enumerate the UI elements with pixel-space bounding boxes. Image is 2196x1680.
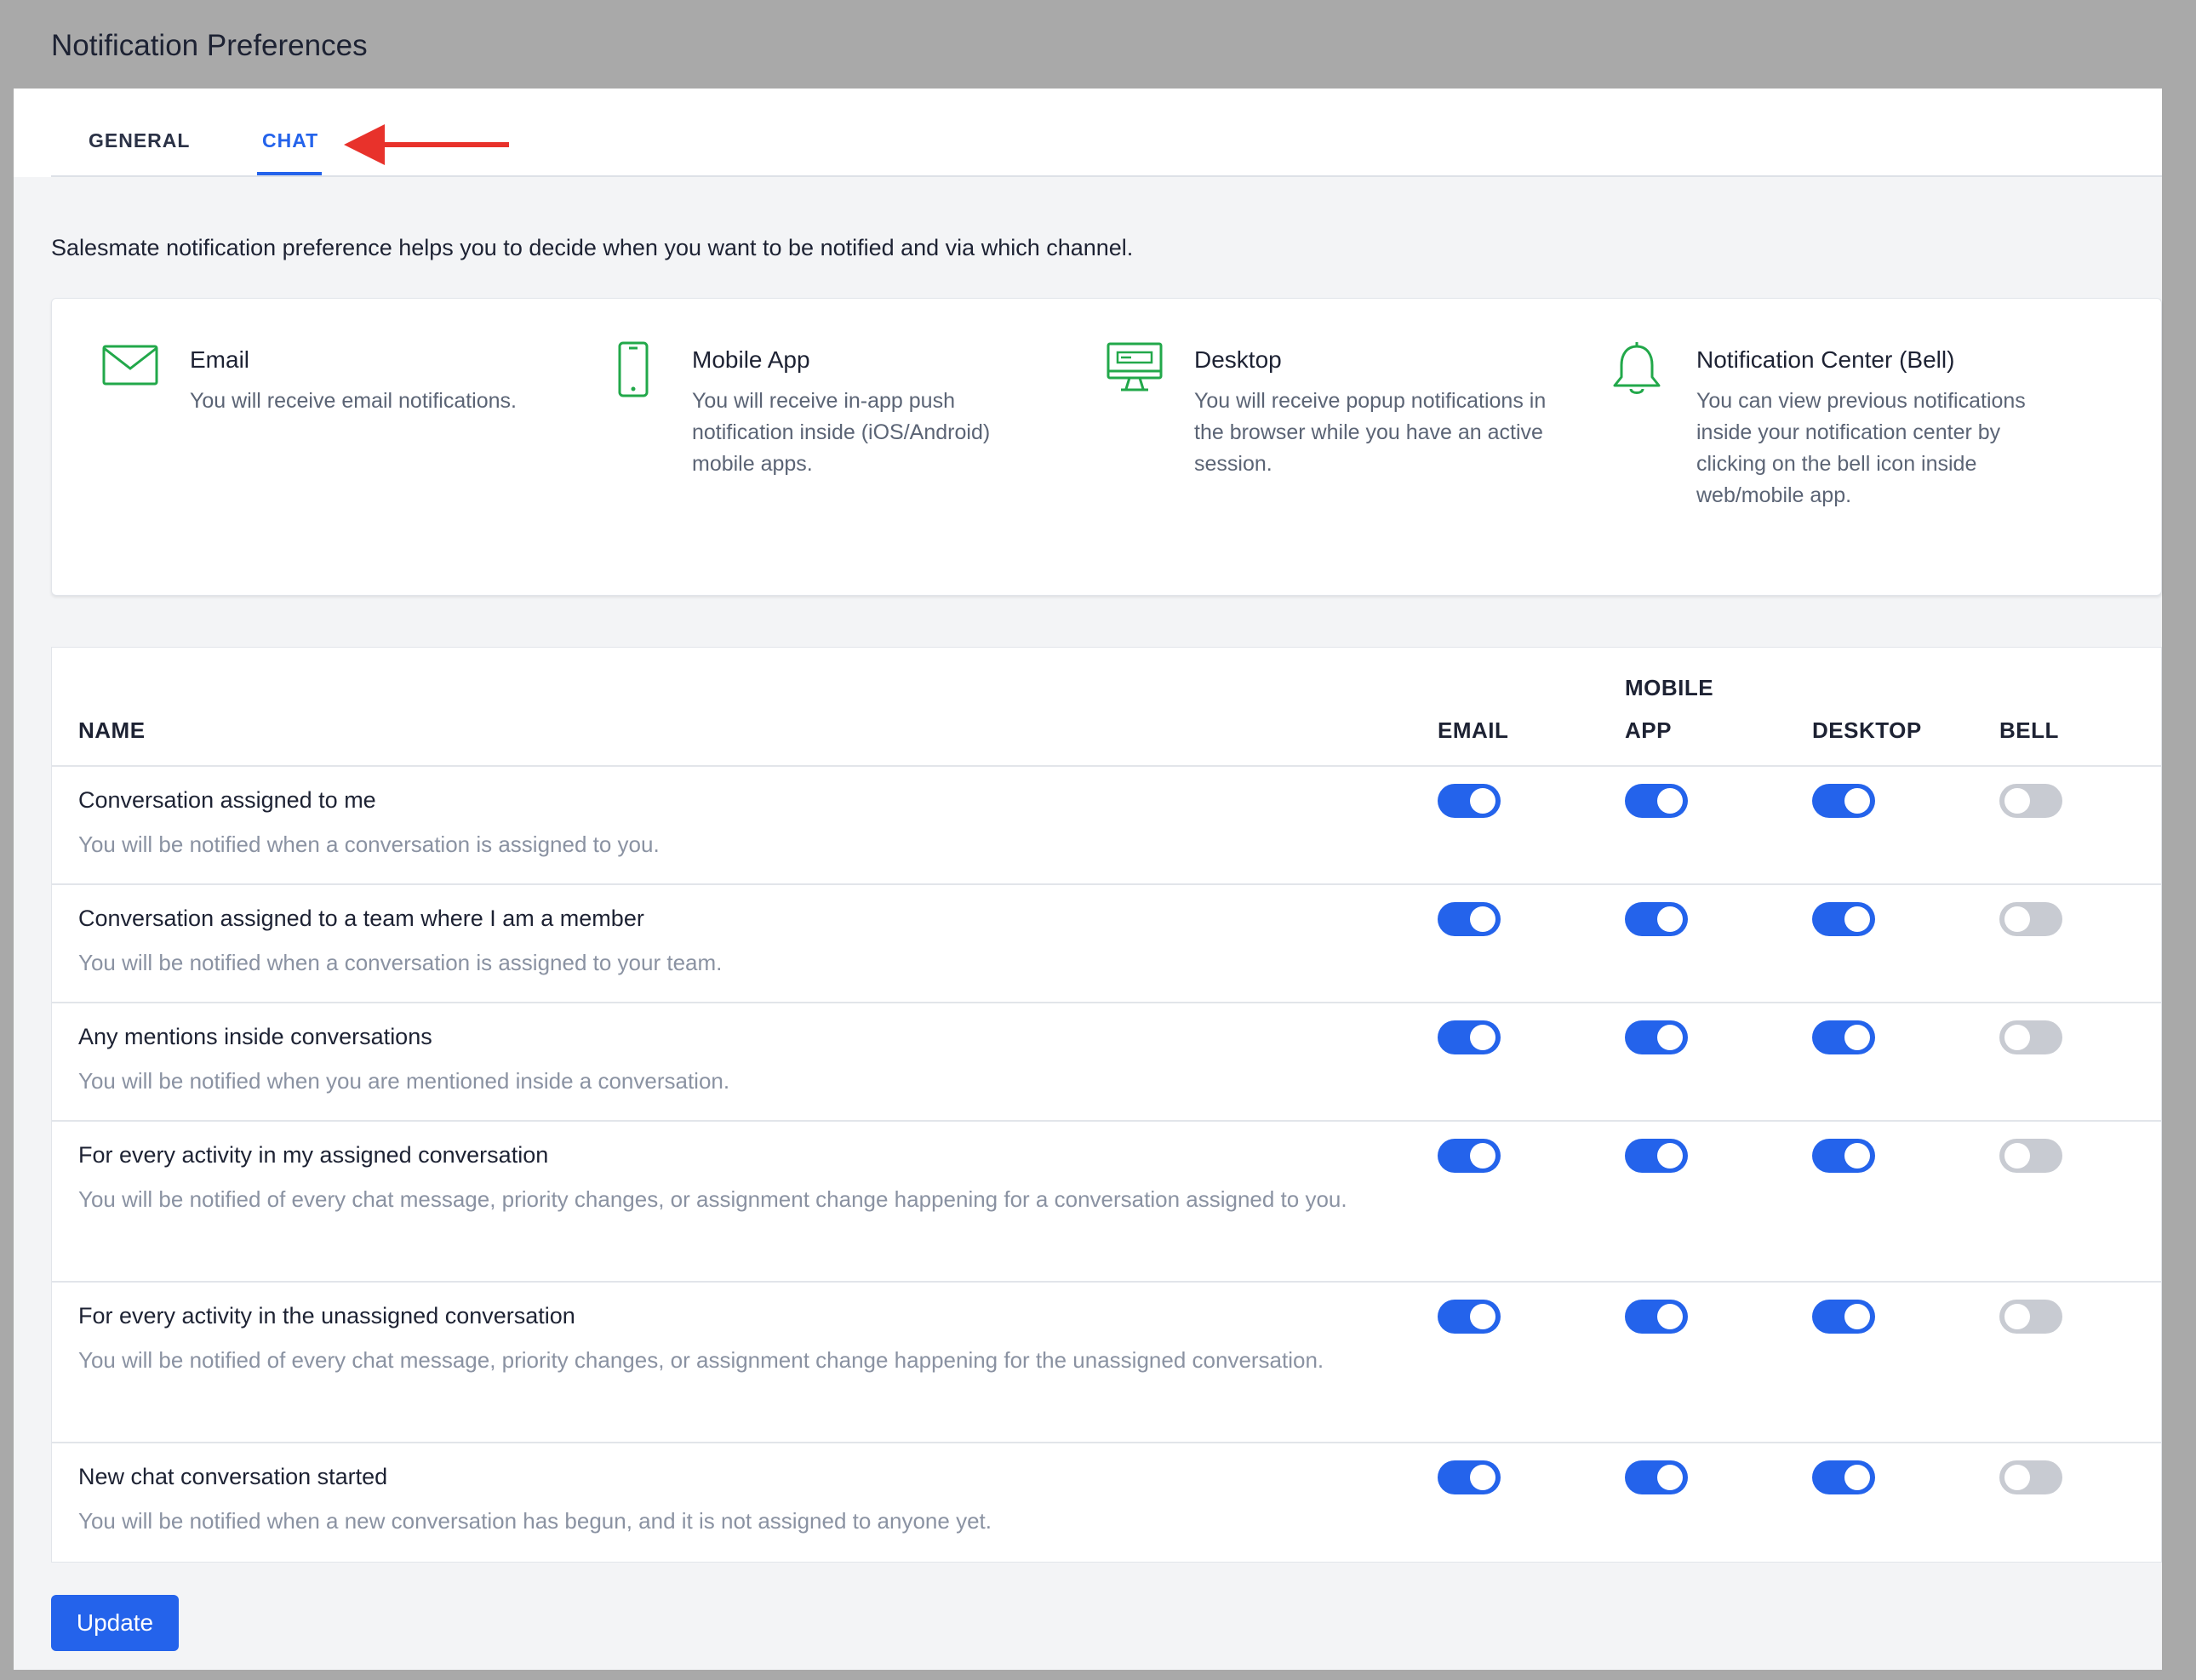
column-header-desktop: DESKTOP [1812, 717, 1922, 743]
toggle-knob [2004, 1304, 2030, 1329]
column-header-email: EMAIL [1438, 717, 1509, 743]
mobile-app-toggle[interactable] [1625, 784, 1688, 818]
channel-desc: You can view previous notifications insi… [1696, 389, 2026, 507]
mobile-phone-icon [618, 341, 649, 397]
email-toggle[interactable] [1438, 902, 1501, 936]
red-arrow-annotation-icon [344, 124, 509, 165]
toggle-knob [1470, 906, 1495, 932]
email-toggle[interactable] [1438, 784, 1501, 818]
toggle-knob [2004, 788, 2030, 814]
mobile-app-toggle[interactable] [1625, 1020, 1688, 1054]
row-description: You will be notified of every chat messa… [78, 1347, 1324, 1373]
bell-icon [1613, 342, 1661, 394]
row-description: You will be notified when you are mentio… [78, 1068, 730, 1094]
row-description: You will be notified when a conversation… [78, 831, 660, 857]
page-title: Notification Preferences [51, 29, 368, 62]
desktop-toggle[interactable] [1812, 1300, 1875, 1334]
desktop-toggle[interactable] [1812, 784, 1875, 818]
toggle-knob [2004, 1143, 2030, 1169]
toggle-knob [1470, 1143, 1495, 1169]
desktop-monitor-icon [1107, 342, 1163, 391]
bell-toggle[interactable] [1999, 1139, 2062, 1173]
preferences-panel: GENERAL CHAT Salesmate notification pref… [14, 89, 2162, 1670]
desktop-toggle[interactable] [1812, 1460, 1875, 1494]
channel-title: Email [190, 346, 250, 373]
toggle-knob [1844, 1143, 1870, 1169]
table-row: New chat conversation started You will be… [52, 1443, 2161, 1562]
toggle-knob [1657, 788, 1683, 814]
toggle-knob [1470, 1025, 1495, 1050]
toggle-knob [1470, 1465, 1495, 1490]
mobile-app-toggle[interactable] [1625, 902, 1688, 936]
desktop-toggle[interactable] [1812, 902, 1875, 936]
row-description: You will be notified of every chat messa… [78, 1186, 1347, 1212]
toggle-knob [1657, 906, 1683, 932]
table-row: For every activity in the unassigned con… [52, 1283, 2161, 1443]
toggle-knob [2004, 1025, 2030, 1050]
toggle-knob [1657, 1465, 1683, 1490]
table-row: Conversation assigned to a team where I … [52, 885, 2161, 1003]
tab-general[interactable]: GENERAL [89, 129, 190, 152]
channel-title: Desktop [1194, 346, 1282, 373]
row-description: You will be notified when a conversation… [78, 950, 723, 975]
mobile-app-toggle[interactable] [1625, 1300, 1688, 1334]
channel-desc: You will receive email notifications. [190, 389, 517, 413]
row-title: For every activity in the unassigned con… [78, 1303, 575, 1329]
desktop-toggle[interactable] [1812, 1139, 1875, 1173]
row-title: Conversation assigned to a team where I … [78, 906, 644, 931]
toggle-knob [1470, 1304, 1495, 1329]
toggle-knob [1844, 1304, 1870, 1329]
row-title: Any mentions inside conversations [78, 1024, 432, 1049]
email-toggle[interactable] [1438, 1300, 1501, 1334]
channel-desc: You will receive in-app push notificatio… [692, 389, 991, 476]
mobile-app-toggle[interactable] [1625, 1460, 1688, 1494]
toggle-knob [2004, 906, 2030, 932]
toggle-knob [1844, 1465, 1870, 1490]
table-row: Any mentions inside conversations You wil… [52, 1003, 2161, 1122]
tab-bar: GENERAL CHAT [14, 89, 2162, 177]
table-row: For every activity in my assigned conver… [52, 1122, 2161, 1283]
channel-desc: You will receive popup notifications in … [1194, 389, 1547, 476]
email-toggle[interactable] [1438, 1460, 1501, 1494]
bell-toggle[interactable] [1999, 1460, 2062, 1494]
envelope-icon [102, 345, 158, 386]
mobile-app-toggle[interactable] [1625, 1139, 1688, 1173]
column-header-mobile-app: MOBILE APP [1625, 675, 1714, 743]
row-description: You will be notified when a new conversa… [78, 1508, 992, 1534]
intro-text: Salesmate notification preference helps … [51, 235, 1134, 260]
toggle-knob [1844, 906, 1870, 932]
table-header: NAME EMAIL MOBILE APP DESKTOP BELL [52, 648, 2161, 767]
toggle-knob [2004, 1465, 2030, 1490]
bell-toggle[interactable] [1999, 1300, 2062, 1334]
toggle-knob [1657, 1304, 1683, 1329]
row-title: Conversation assigned to me [78, 787, 376, 813]
page-header: Notification Preferences [0, 0, 2196, 89]
column-header-name: NAME [78, 717, 146, 743]
toggle-knob [1657, 1143, 1683, 1169]
toggle-knob [1844, 1025, 1870, 1050]
row-title: For every activity in my assigned conver… [78, 1142, 549, 1168]
tab-divider [51, 175, 2162, 177]
tab-chat[interactable]: CHAT [262, 129, 318, 152]
row-title: New chat conversation started [78, 1464, 388, 1489]
email-toggle[interactable] [1438, 1020, 1501, 1054]
toggle-knob [1657, 1025, 1683, 1050]
column-header-bell: BELL [1999, 717, 2059, 743]
update-button[interactable]: Update [51, 1595, 179, 1651]
bell-toggle[interactable] [1999, 1020, 2062, 1054]
email-toggle[interactable] [1438, 1139, 1501, 1173]
desktop-toggle[interactable] [1812, 1020, 1875, 1054]
toggle-knob [1844, 788, 1870, 814]
channel-title: Mobile App [692, 346, 810, 373]
table-row: Conversation assigned to me You will be n… [52, 767, 2161, 885]
toggle-knob [1470, 788, 1495, 814]
bell-toggle[interactable] [1999, 902, 2062, 936]
channel-title: Notification Center (Bell) [1696, 346, 1955, 373]
notification-settings-table: NAME EMAIL MOBILE APP DESKTOP BELL Conve… [51, 647, 2162, 1563]
channel-info-card: Email You will receive email notificatio… [51, 298, 2162, 596]
bell-toggle[interactable] [1999, 784, 2062, 818]
